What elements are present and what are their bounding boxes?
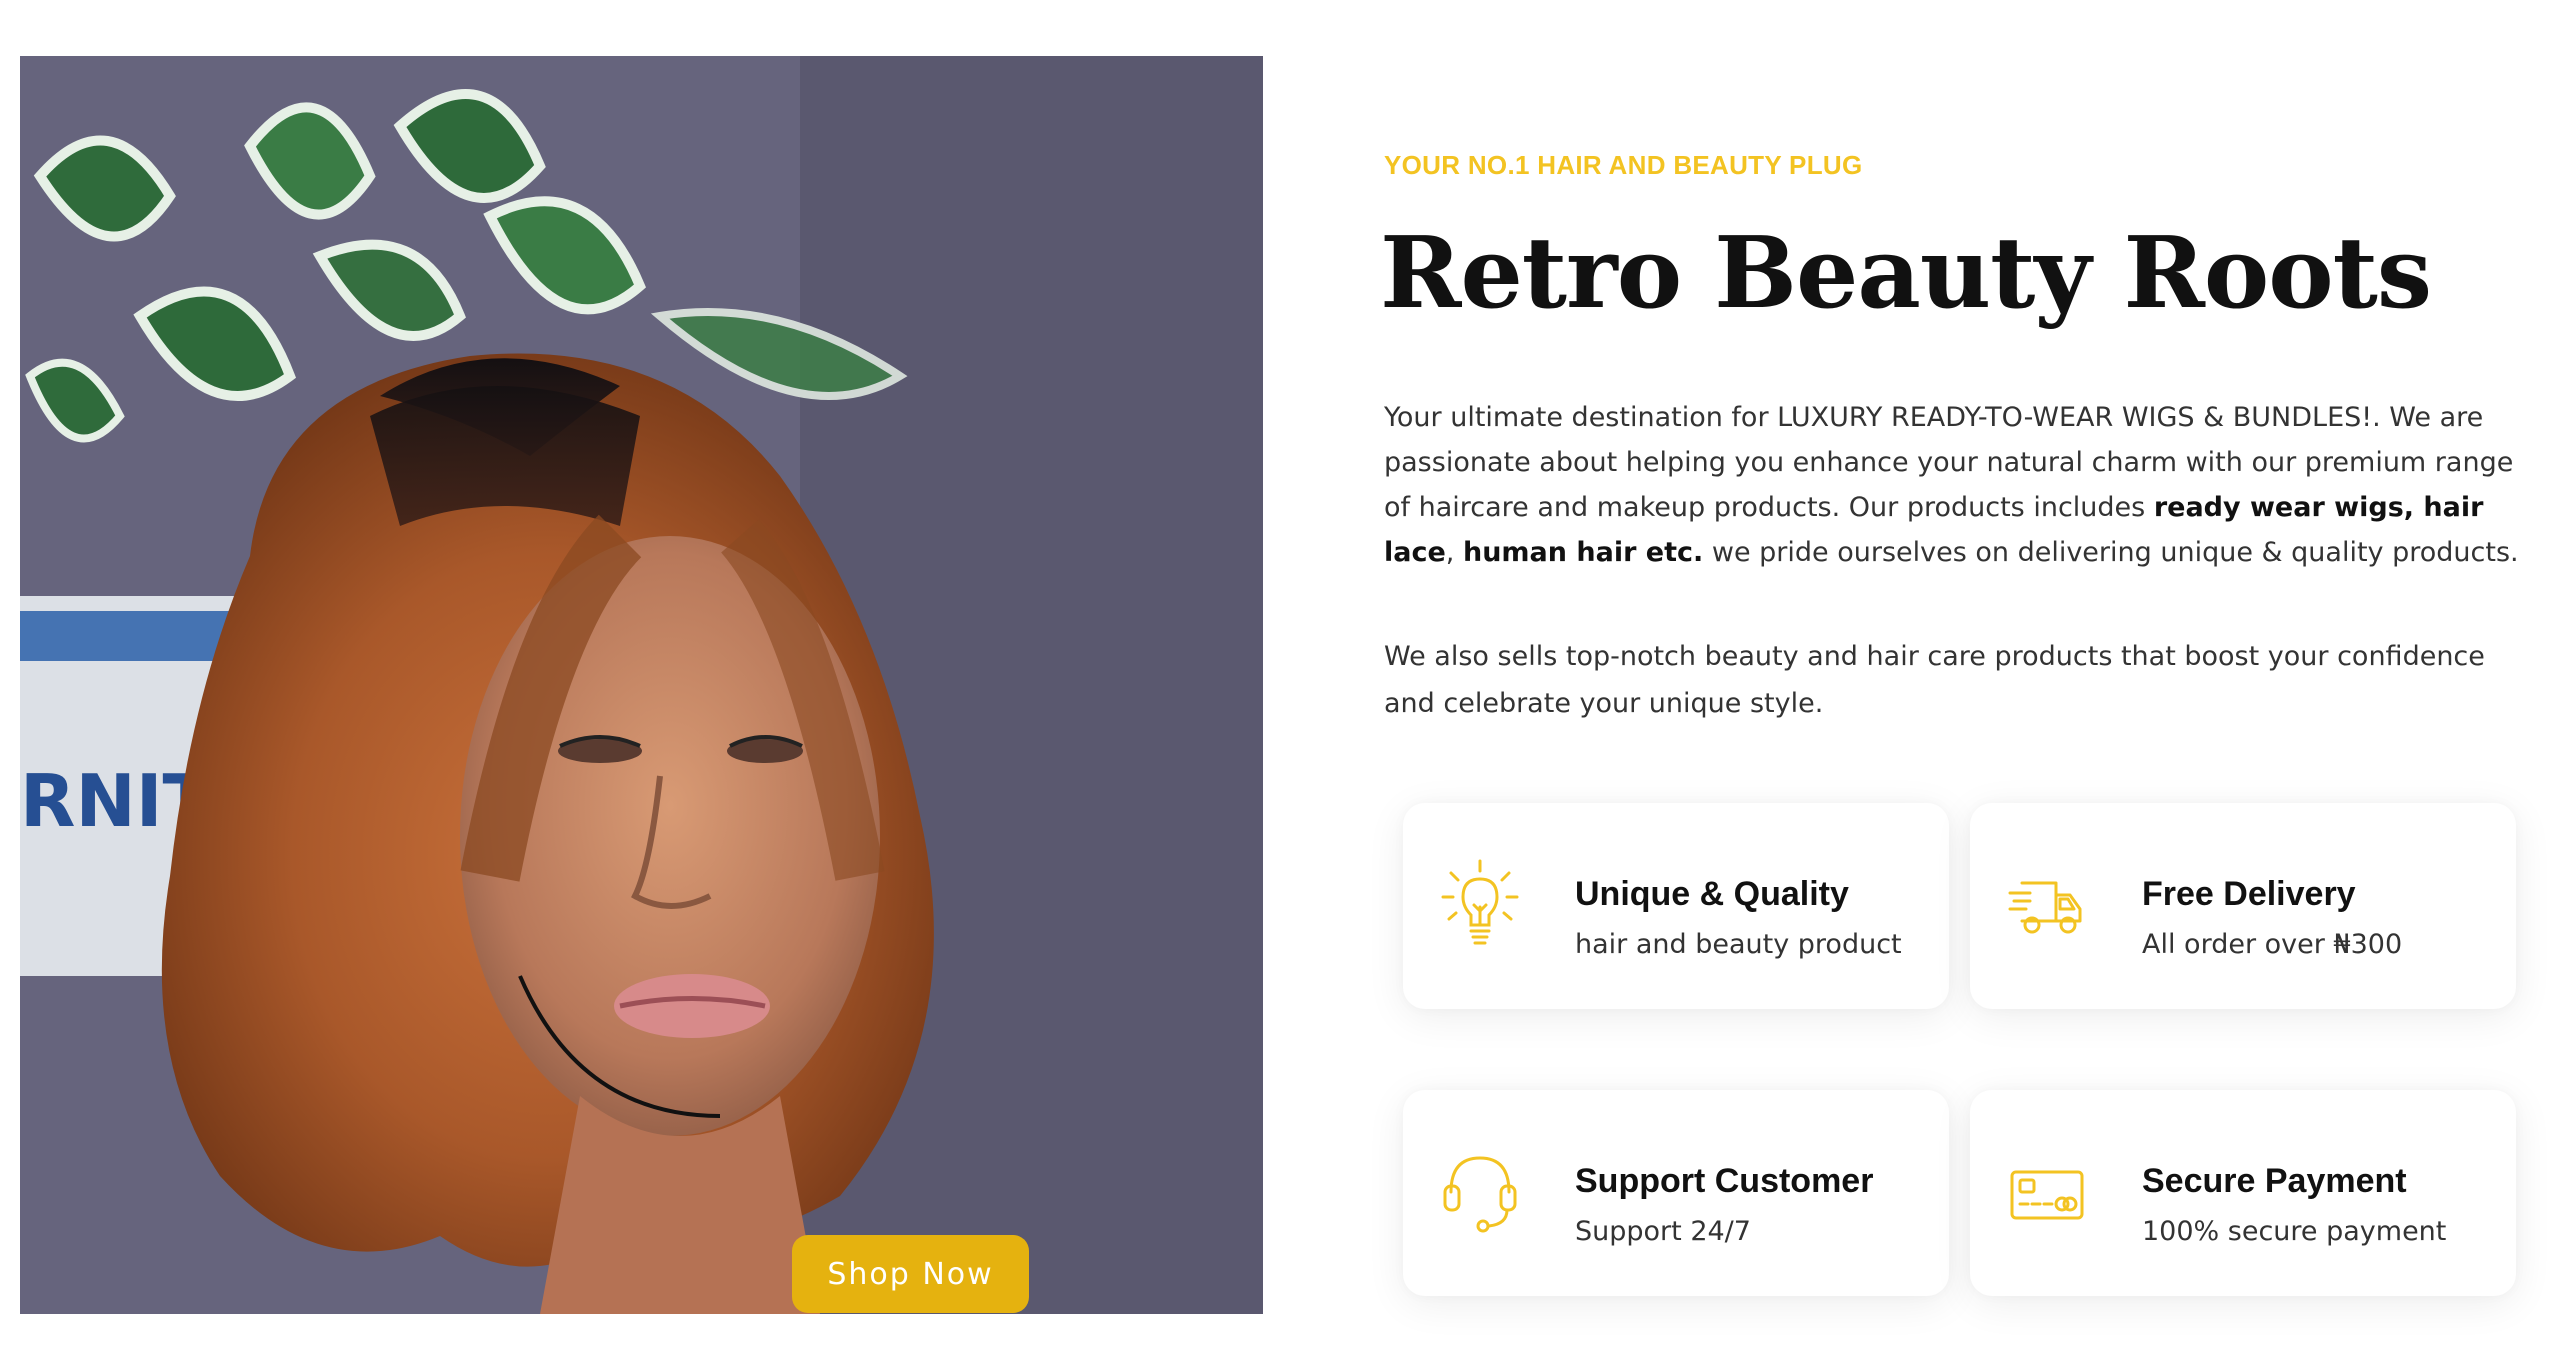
feature-subtitle: Support 24/7 (1575, 1216, 1751, 1247)
wig-mannequin-illustration: RNITA (20, 56, 1263, 1314)
shop-now-button[interactable]: Shop Now (792, 1235, 1029, 1313)
feature-card-unique-quality: Unique & Quality hair and beauty product (1403, 803, 1949, 1009)
secondary-paragraph: We also sells top-notch beauty and hair … (1384, 641, 2485, 719)
feature-subtitle: 100% secure payment (2142, 1216, 2447, 1247)
feature-subtitle: hair and beauty product (1575, 929, 1902, 960)
feature-title: Free Delivery (2142, 875, 2356, 913)
hero-product-image: RNITA Shop Now (20, 56, 1263, 1314)
feature-card-support: Support Customer Support 24/7 (1403, 1090, 1949, 1296)
intro-text-2: , (1445, 537, 1463, 568)
intro-text-3: we pride ourselves on delivering unique … (1703, 537, 2519, 568)
about-section: RNITA Shop Now YOUR NO.1 HAIR AND BEAUTY… (0, 0, 2560, 1370)
feature-title: Secure Payment (2142, 1162, 2407, 1200)
lightbulb-icon (1441, 859, 1519, 945)
delivery-truck-icon (2008, 881, 2082, 934)
intro-paragraph: Your ultimate destination for LUXURY REA… (1384, 395, 2524, 575)
feature-card-secure-payment: Secure Payment 100% secure payment (1970, 1090, 2516, 1296)
feature-title: Unique & Quality (1575, 875, 1849, 913)
feature-subtitle: All order over ₦300 (2142, 929, 2403, 960)
page-title: Retro Beauty Roots (1380, 216, 2432, 331)
feature-title: Support Customer (1575, 1162, 1874, 1200)
eyebrow-tagline: YOUR NO.1 HAIR AND BEAUTY PLUG (1384, 150, 1863, 180)
feature-card-free-delivery: Free Delivery All order over ₦300 (1970, 803, 2516, 1009)
intro-bold-human-hair: human hair etc. (1462, 537, 1704, 568)
credit-card-icon (2010, 1170, 2084, 1220)
headset-icon (1443, 1156, 1517, 1233)
